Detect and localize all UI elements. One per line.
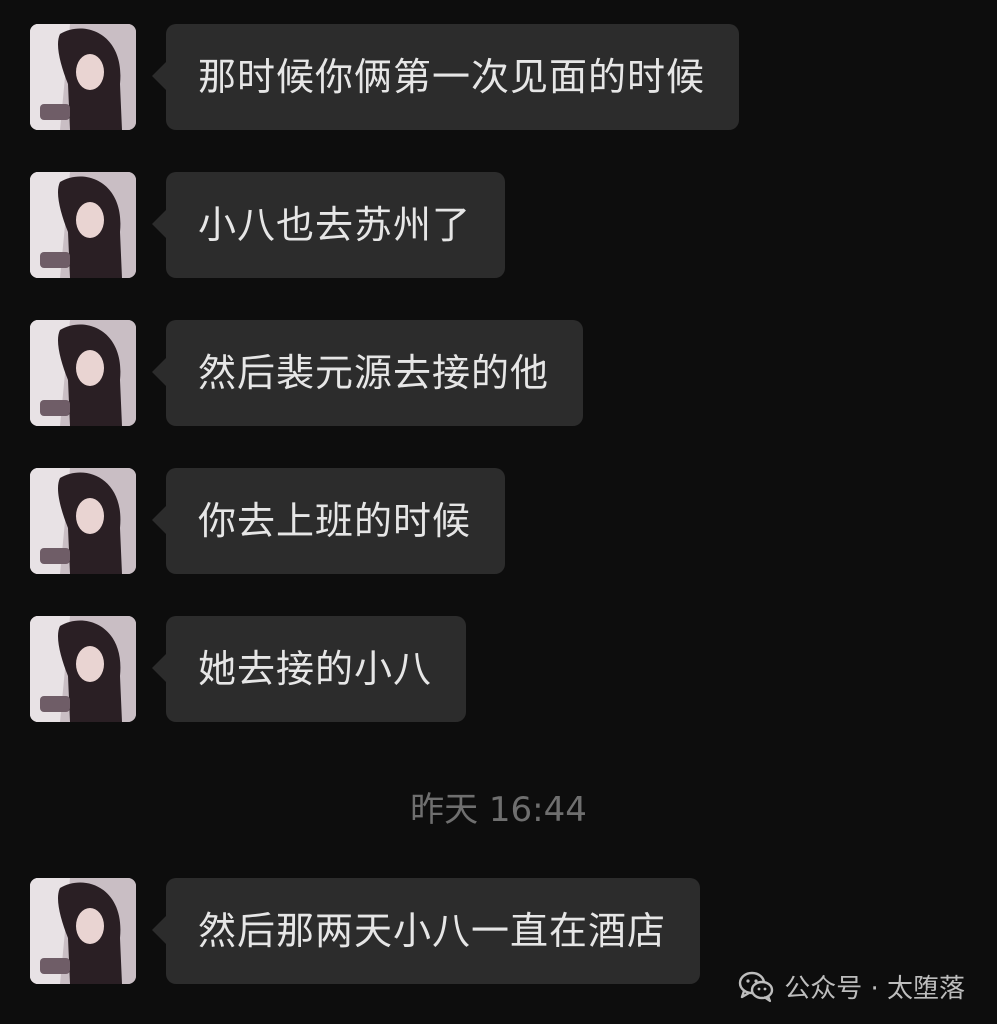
avatar[interactable] — [30, 172, 136, 278]
message-bubble[interactable]: 你去上班的时候 — [151, 468, 506, 574]
avatar-image — [30, 320, 136, 426]
watermark: 公众号 · 太堕落 — [736, 966, 965, 1006]
avatar-image — [30, 878, 136, 984]
chat-area: 那时候你俩第一次见面的时候 小八也去苏州了 然后裴元源去接的他 你去上班的时候 … — [0, 0, 997, 1024]
message-bubble[interactable]: 那时候你俩第一次见面的时候 — [151, 24, 740, 130]
message-bubble[interactable]: 然后那两天小八一直在酒店 — [151, 878, 701, 984]
wechat-icon — [736, 966, 776, 1006]
avatar[interactable] — [30, 878, 136, 984]
avatar-image — [30, 24, 136, 130]
avatar[interactable] — [30, 616, 136, 722]
avatar[interactable] — [30, 24, 136, 130]
avatar[interactable] — [30, 468, 136, 574]
message-bubble[interactable]: 然后裴元源去接的他 — [151, 320, 584, 426]
message-bubble[interactable]: 她去接的小八 — [151, 616, 467, 722]
message-bubble[interactable]: 小八也去苏州了 — [151, 172, 506, 278]
avatar-image — [30, 616, 136, 722]
avatar-image — [30, 172, 136, 278]
timestamp: 昨天 16:44 — [410, 790, 587, 830]
avatar-image — [30, 468, 136, 574]
avatar[interactable] — [30, 320, 136, 426]
watermark-text: 公众号 · 太堕落 — [784, 973, 965, 1004]
